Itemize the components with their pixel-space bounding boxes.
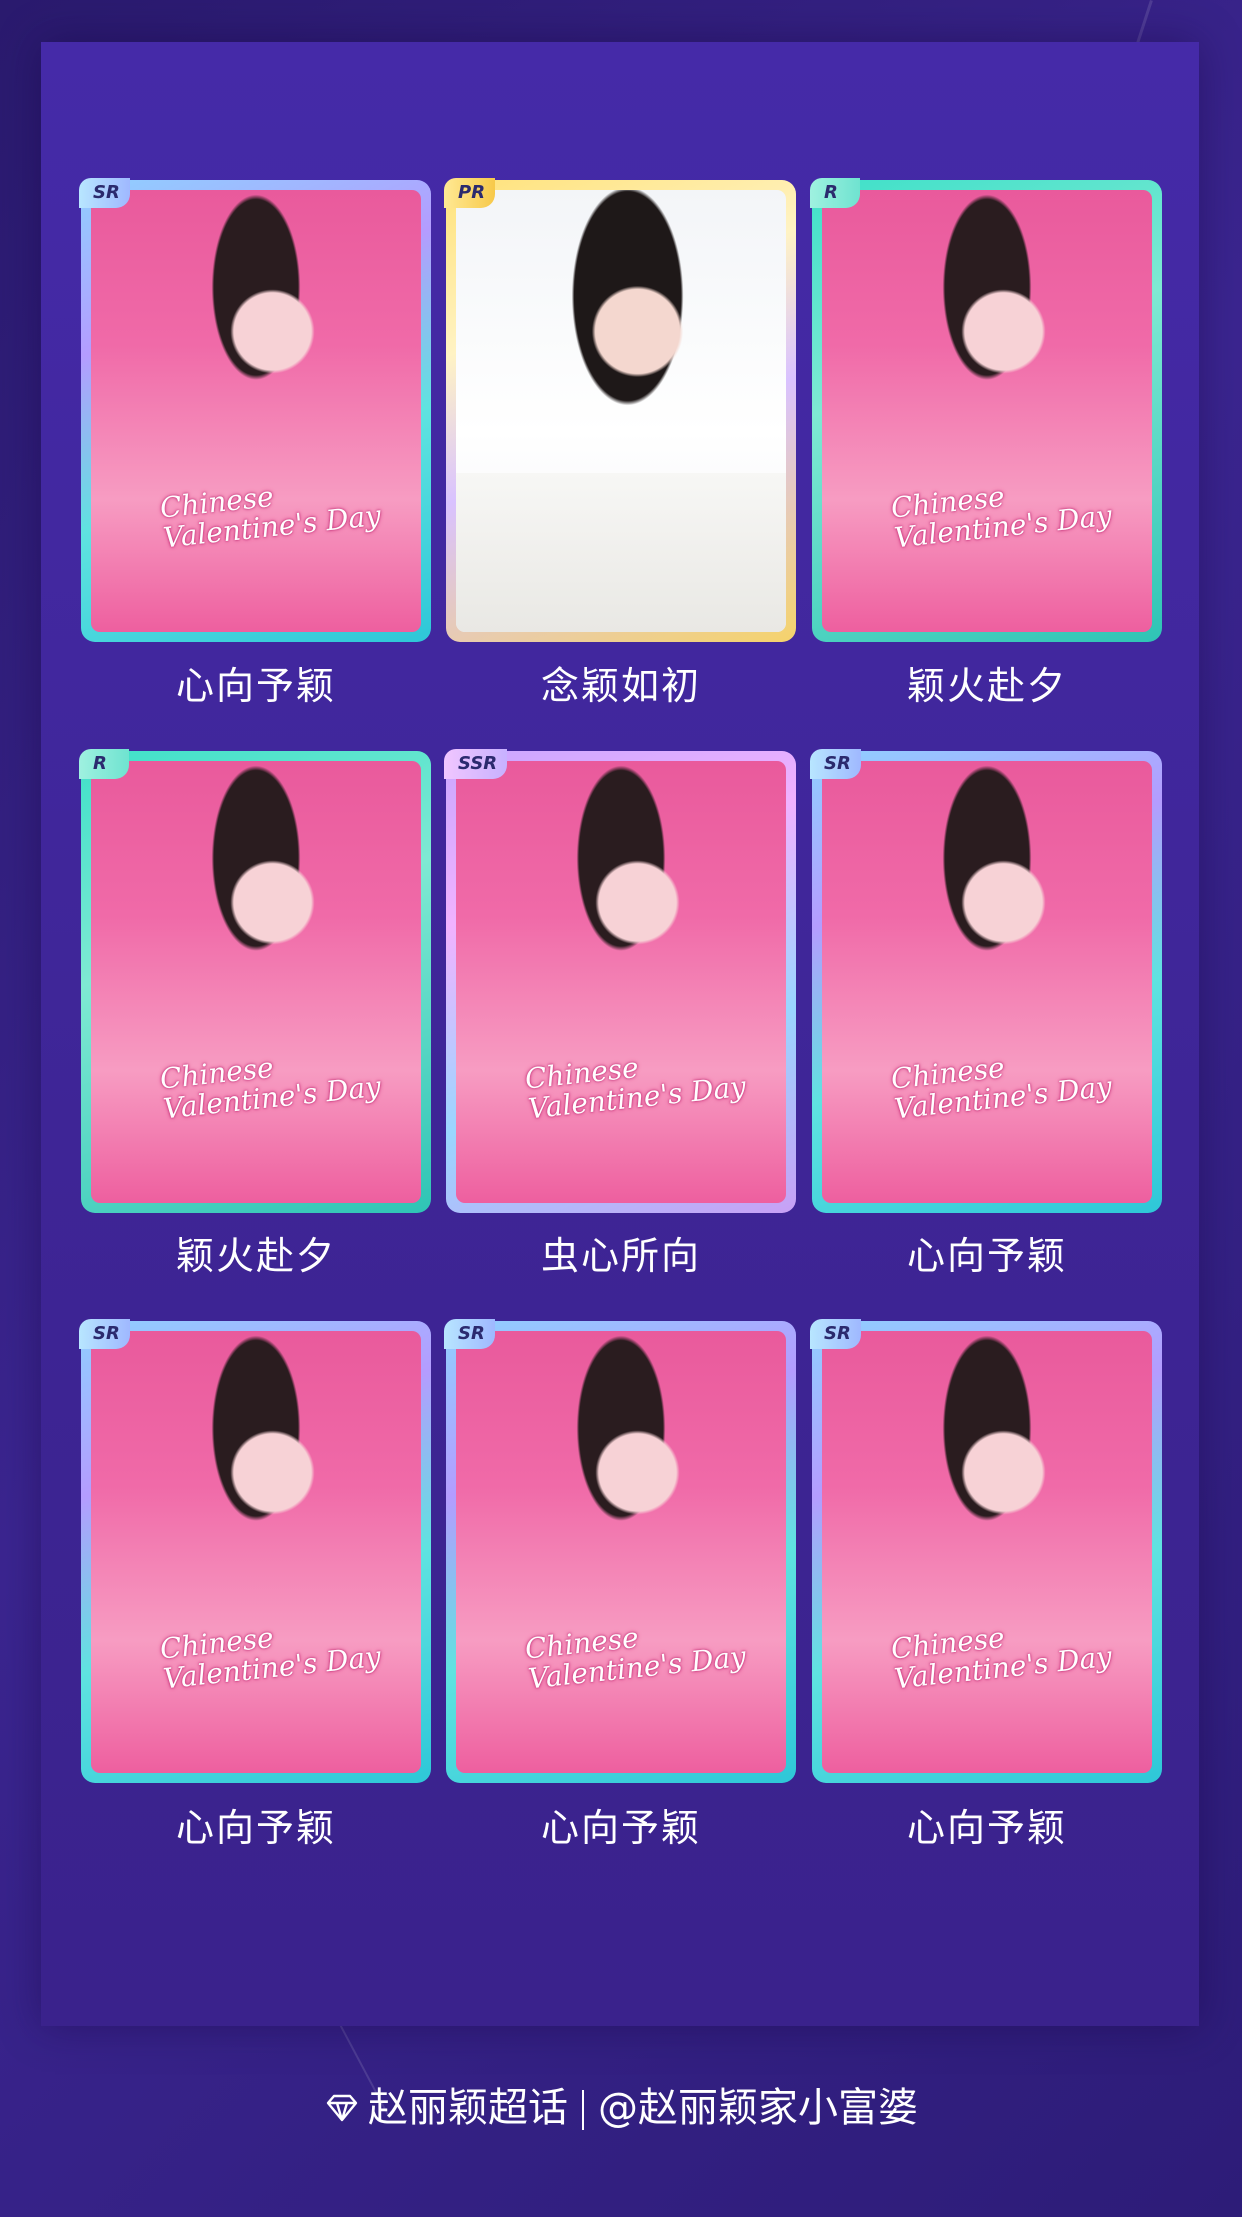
card-6[interactable]: Chinese Valentine's Day SR [810, 749, 1162, 1213]
card-3[interactable]: Chinese Valentine's Day R [810, 178, 1162, 642]
card-script-text: Chinese Valentine's Day [889, 1050, 1114, 1126]
card-7[interactable]: Chinese Valentine's Day SR [79, 1319, 431, 1783]
rarity-badge: SR [810, 749, 861, 779]
card-collection-panel: Chinese Valentine's Day SR 心向予颖 PR 念颖如初 … [41, 42, 1199, 2026]
card-title: 心向予颖 [906, 1806, 1067, 1850]
rarity-badge: SR [810, 1319, 861, 1349]
card-title: 心向予颖 [540, 1806, 701, 1850]
card-script-text: Chinese Valentine's Day [158, 479, 383, 555]
card-script-text: Chinese Valentine's Day [158, 1050, 383, 1126]
card-script-text: Chinese Valentine's Day [889, 479, 1114, 555]
card-script-text: Chinese Valentine's Day [889, 1620, 1114, 1696]
card-1[interactable]: Chinese Valentine's Day SR [79, 178, 431, 642]
card-title: 心向予颖 [175, 1806, 336, 1850]
rarity-badge: SR [79, 178, 130, 208]
card-script-text: Chinese Valentine's Day [158, 1620, 383, 1696]
diamond-icon [324, 2082, 360, 2138]
card-title: 虫心所向 [540, 1234, 701, 1278]
rarity-badge: SSR [444, 749, 508, 779]
card-title: 念颖如初 [540, 664, 701, 708]
rarity-badge: R [79, 749, 129, 779]
footer-topic-link[interactable]: 赵丽颖超话 [368, 2085, 568, 2131]
card-2[interactable]: PR [444, 178, 796, 642]
card-artwork: Chinese Valentine's Day [822, 1331, 1152, 1773]
rarity-badge: SR [444, 1319, 495, 1349]
card-artwork: Chinese Valentine's Day [456, 761, 786, 1203]
rarity-badge: R [810, 178, 860, 208]
card-script-text: Chinese Valentine's Day [523, 1050, 748, 1126]
card-title: 颖火赴夕 [906, 664, 1067, 708]
card-artwork: Chinese Valentine's Day [91, 761, 421, 1203]
card-title: 心向予颖 [906, 1234, 1067, 1278]
card-artwork: Chinese Valentine's Day [822, 761, 1152, 1203]
card-artwork: Chinese Valentine's Day [456, 1331, 786, 1773]
card-artwork: Chinese Valentine's Day [91, 190, 421, 632]
card-artwork-clothing [456, 472, 786, 632]
card-9[interactable]: Chinese Valentine's Day SR [810, 1319, 1162, 1783]
footer-divider [582, 2090, 584, 2130]
card-8[interactable]: Chinese Valentine's Day SR [444, 1319, 796, 1783]
rarity-badge: SR [79, 1319, 130, 1349]
footer-account-link[interactable]: @赵丽颖家小富婆 [598, 2085, 918, 2131]
footer-credit: 赵丽颖超话 @赵丽颖家小富婆 [0, 2080, 1242, 2138]
card-artwork [456, 190, 786, 632]
card-title: 心向予颖 [175, 664, 336, 708]
card-artwork: Chinese Valentine's Day [91, 1331, 421, 1773]
card-title: 颖火赴夕 [175, 1234, 336, 1278]
card-5[interactable]: Chinese Valentine's Day SSR [444, 749, 796, 1213]
rarity-badge: PR [444, 178, 496, 208]
card-artwork: Chinese Valentine's Day [822, 190, 1152, 632]
card-script-text: Chinese Valentine's Day [523, 1620, 748, 1696]
card-4[interactable]: Chinese Valentine's Day R [79, 749, 431, 1213]
